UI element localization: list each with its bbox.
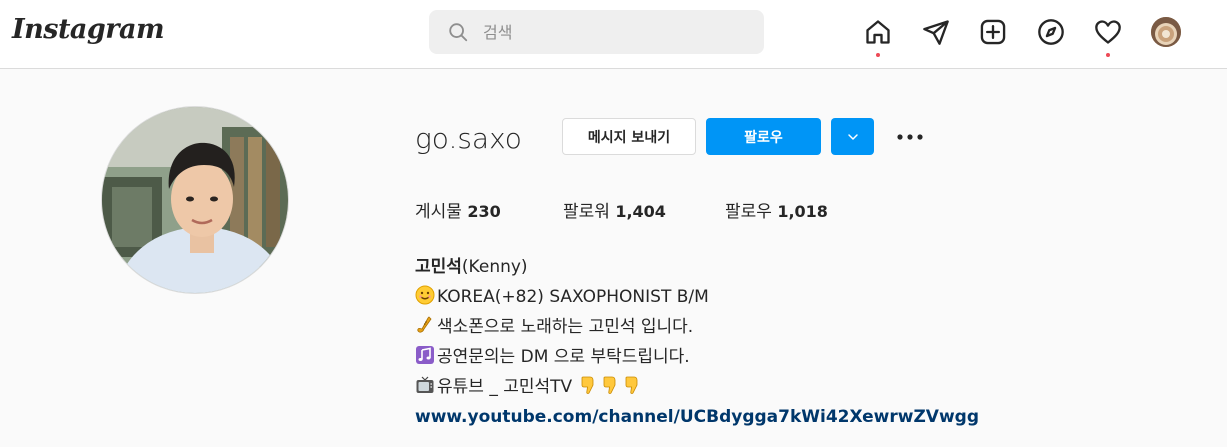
home-button[interactable] xyxy=(863,17,893,57)
profile-bio: 고민석(Kenny) KOREA(+82) SAXOPHONIST B/M 색소… xyxy=(415,252,979,432)
search-input[interactable] xyxy=(483,22,743,42)
posts-stat: 게시물 230 xyxy=(415,197,501,222)
television-emoji-icon xyxy=(416,376,434,393)
pointing-down-emoji-icon xyxy=(603,376,615,394)
bio-line-1: KOREA(+82) SAXOPHONIST B/M xyxy=(415,282,979,312)
bio-line-4: 유튜브 _ 고민석TV xyxy=(415,372,979,402)
saxophone-emoji-icon xyxy=(417,316,432,333)
my-profile-avatar[interactable] xyxy=(1151,17,1181,47)
activity-heart-icon xyxy=(1095,20,1121,44)
pointing-down-emoji-icon xyxy=(625,376,637,394)
search-icon xyxy=(449,23,468,42)
bio-line-3: 공연문의는 DM 으로 부탁드립니다. xyxy=(415,342,979,372)
following-stat[interactable]: 팔로우 1,018 xyxy=(725,197,828,222)
profile-username: go.saxo xyxy=(415,122,522,155)
explore-button[interactable] xyxy=(1036,17,1066,47)
suggested-accounts-dropdown-button[interactable] xyxy=(831,118,874,155)
posts-count: 230 xyxy=(467,202,501,221)
smiling-face-emoji-icon xyxy=(415,285,435,305)
following-count: 1,018 xyxy=(777,202,828,221)
search-bar[interactable] xyxy=(429,10,764,54)
home-icon xyxy=(866,20,890,44)
new-post-button[interactable] xyxy=(978,17,1008,47)
direct-message-icon xyxy=(923,20,949,45)
profile-photo-image xyxy=(102,107,288,293)
home-notification-dot xyxy=(876,53,880,57)
follow-button[interactable]: 팔로우 xyxy=(706,118,821,155)
send-message-button[interactable]: 메시지 보내기 xyxy=(562,118,696,155)
bio-website-link[interactable]: www.youtube.com/channel/UCBdygga7kWi42Xe… xyxy=(415,407,979,427)
more-options-button[interactable] xyxy=(893,124,927,150)
bio-name-line: 고민석(Kenny) xyxy=(415,252,979,282)
followers-label: 팔로워 xyxy=(563,202,610,222)
pointing-down-emoji-icon xyxy=(581,376,593,394)
bio-full-name: 고민석 xyxy=(415,257,462,277)
chevron-down-icon xyxy=(847,133,858,140)
bio-line-2: 색소폰으로 노래하는 고민석 입니다. xyxy=(415,312,979,342)
activity-notification-dot xyxy=(1106,53,1110,57)
profile-picture[interactable] xyxy=(101,106,289,294)
new-post-icon xyxy=(980,19,1006,45)
bio-link-line: www.youtube.com/channel/UCBdygga7kWi42Xe… xyxy=(415,402,979,432)
explore-icon xyxy=(1038,19,1064,45)
instagram-logo[interactable]: Instagram xyxy=(12,14,165,45)
top-navigation-bar: Instagram xyxy=(0,0,1227,69)
following-label: 팔로우 xyxy=(725,202,772,222)
posts-label: 게시물 xyxy=(415,202,462,222)
followers-count: 1,404 xyxy=(615,202,666,221)
activity-button[interactable] xyxy=(1093,17,1123,57)
bio-name-suffix: (Kenny) xyxy=(461,257,528,277)
coffee-avatar-image xyxy=(1151,17,1181,47)
musical-notes-emoji-icon xyxy=(416,346,434,364)
direct-messages-button[interactable] xyxy=(921,17,951,47)
more-options-icon xyxy=(897,134,923,140)
followers-stat[interactable]: 팔로워 1,404 xyxy=(563,197,666,222)
